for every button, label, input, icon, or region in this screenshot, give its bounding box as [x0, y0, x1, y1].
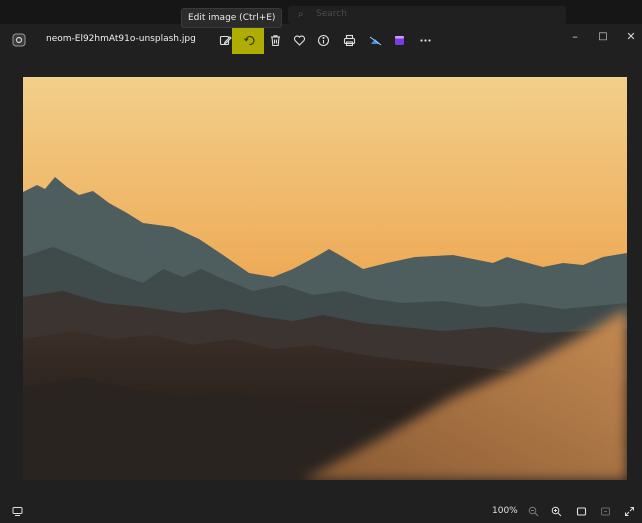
onedrive-button[interactable] [364, 30, 386, 50]
search-icon: ⌕ [298, 9, 304, 20]
actual-size-icon [600, 507, 610, 515]
filmstrip-toggle-button[interactable] [8, 503, 26, 519]
edit-image-button[interactable] [214, 30, 236, 50]
zoom-level: 100% [492, 506, 518, 516]
print-button[interactable] [338, 30, 360, 50]
fit-to-window-button[interactable] [572, 503, 590, 519]
more-icon [419, 38, 431, 42]
edit-image-tooltip: Edit image (Ctrl+E) [181, 8, 283, 28]
clipchamp-icon [394, 35, 404, 45]
photos-app-icon [12, 33, 26, 47]
onedrive-icon [369, 36, 381, 45]
edit-image-icon [219, 35, 232, 45]
search-placeholder: Search [316, 9, 347, 19]
expand-icon [624, 506, 634, 516]
title-bar: neom-El92hmAt91o-unsplash.jpg – □ ✕ [0, 16, 642, 56]
zoom-out-icon [528, 506, 538, 516]
rotate-button[interactable] [238, 30, 260, 50]
favorite-button[interactable] [288, 30, 310, 50]
zoom-in-icon [551, 506, 561, 516]
print-icon [343, 34, 355, 46]
maximize-button[interactable]: □ [588, 24, 618, 48]
delete-button[interactable] [264, 30, 286, 50]
close-button[interactable]: ✕ [616, 24, 642, 48]
favorite-icon [293, 35, 305, 46]
more-options-button[interactable] [414, 30, 436, 50]
minimize-button[interactable]: – [560, 24, 590, 48]
delete-icon [270, 34, 280, 46]
filmstrip-icon [12, 506, 22, 516]
file-name: neom-El92hmAt91o-unsplash.jpg [46, 34, 196, 44]
info-icon [317, 34, 329, 46]
photos-window: neom-El92hmAt91o-unsplash.jpg – □ ✕ 100% [0, 16, 642, 523]
background-search-box: ⌕ Search [288, 6, 566, 24]
zoom-out-button[interactable] [524, 503, 542, 519]
fit-window-icon [576, 506, 586, 516]
actual-size-button[interactable] [596, 503, 614, 519]
file-info-button[interactable] [312, 30, 334, 50]
photo-viewport [0, 56, 642, 504]
desert-mountain-photo [23, 77, 627, 480]
clipchamp-button[interactable] [388, 30, 410, 50]
full-screen-button[interactable] [620, 503, 638, 519]
zoom-in-button[interactable] [547, 503, 565, 519]
status-bar: 100% [0, 500, 642, 523]
rotate-icon [243, 35, 255, 45]
background-strip: › ⌕ Search [0, 0, 642, 24]
